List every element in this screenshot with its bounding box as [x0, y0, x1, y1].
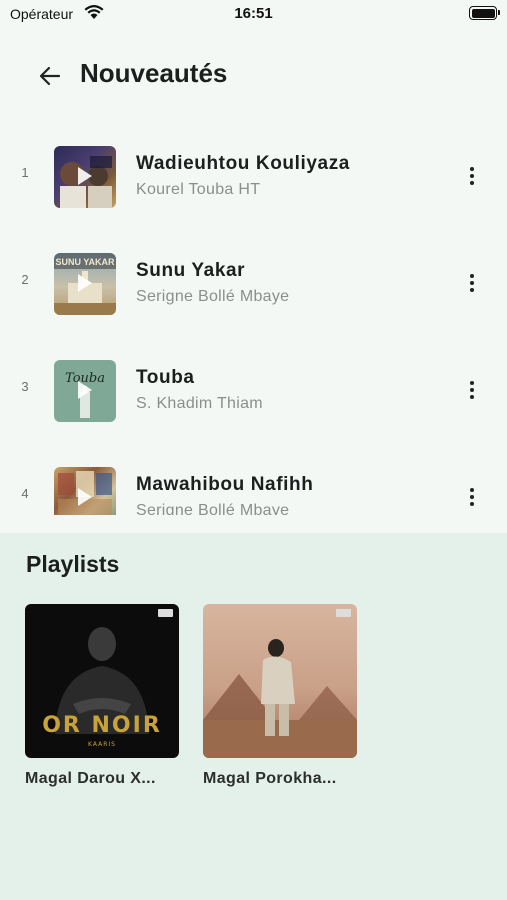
play-icon	[78, 274, 92, 292]
playlist-card[interactable]: Magal Porokha...	[203, 604, 357, 788]
track-rank: 3	[21, 379, 29, 394]
artwork-text: SUNU YAKAR	[55, 257, 115, 267]
track-artwork[interactable]: Touba	[54, 360, 116, 422]
more-options-icon[interactable]	[462, 165, 482, 189]
track-title: Touba	[136, 367, 195, 388]
track-artwork[interactable]: SUNU YAKAR	[54, 253, 116, 315]
track-row[interactable]: 2 SUNU YAKAR Sunu Yakar Serigne Bollé Mb…	[0, 230, 507, 337]
more-options-icon[interactable]	[462, 379, 482, 403]
track-list[interactable]: 1 Wadieuhtou Kouliyaza Kourel Touba HT 2…	[0, 123, 507, 515]
track-artist: Kourel Touba HT	[136, 181, 261, 198]
playlist-cover[interactable]: OR NOIR KAARIS	[25, 604, 179, 758]
track-artwork[interactable]	[54, 467, 116, 515]
cover-artist-text: KAARIS	[88, 741, 116, 748]
track-title: Sunu Yakar	[136, 260, 246, 281]
explicit-badge	[158, 609, 173, 617]
track-artwork[interactable]	[54, 146, 116, 208]
track-artist: Serigne Bollé Mbaye	[136, 288, 290, 305]
status-time: 16:51	[234, 5, 273, 22]
explicit-badge	[336, 609, 351, 617]
app-bar: Nouveautés	[0, 50, 507, 100]
track-title: Wadieuhtou Kouliyaza	[136, 153, 350, 174]
status-bar: Opérateur 16:51	[0, 0, 507, 28]
playlist-cover[interactable]	[203, 604, 357, 758]
arrow-left-icon	[39, 66, 61, 86]
cover-title-text: OR NOIR	[42, 713, 162, 738]
track-rank: 2	[21, 272, 29, 287]
more-options-icon[interactable]	[462, 272, 482, 296]
playlist-name: Magal Porokha...	[203, 770, 337, 787]
page-title: Nouveautés	[80, 58, 228, 88]
play-icon	[78, 381, 92, 399]
playlists-section: Playlists OR NOIR KAARIS Magal Darou X..…	[0, 533, 507, 900]
more-options-icon[interactable]	[462, 486, 482, 510]
track-artist: S. Khadim Thiam	[136, 395, 263, 412]
track-row[interactable]: 3 Touba Touba S. Khadim Thiam	[0, 337, 507, 444]
playlists-heading: Playlists	[26, 551, 120, 577]
back-button[interactable]	[34, 60, 66, 92]
play-icon	[78, 488, 92, 506]
track-row[interactable]: 1 Wadieuhtou Kouliyaza Kourel Touba HT	[0, 123, 507, 230]
playlist-card[interactable]: OR NOIR KAARIS Magal Darou X...	[25, 604, 179, 788]
track-rank: 1	[21, 165, 29, 180]
track-artist: Serigne Bollé Mbaye	[136, 502, 290, 515]
track-row[interactable]: 4 Mawahibou Nafihh Serigne Bollé Mbaye	[0, 444, 507, 515]
track-title: Mawahibou Nafihh	[136, 474, 314, 495]
battery-icon	[469, 6, 500, 20]
track-rank: 4	[21, 486, 29, 501]
playlist-name: Magal Darou X...	[25, 770, 156, 787]
play-icon	[78, 167, 92, 185]
